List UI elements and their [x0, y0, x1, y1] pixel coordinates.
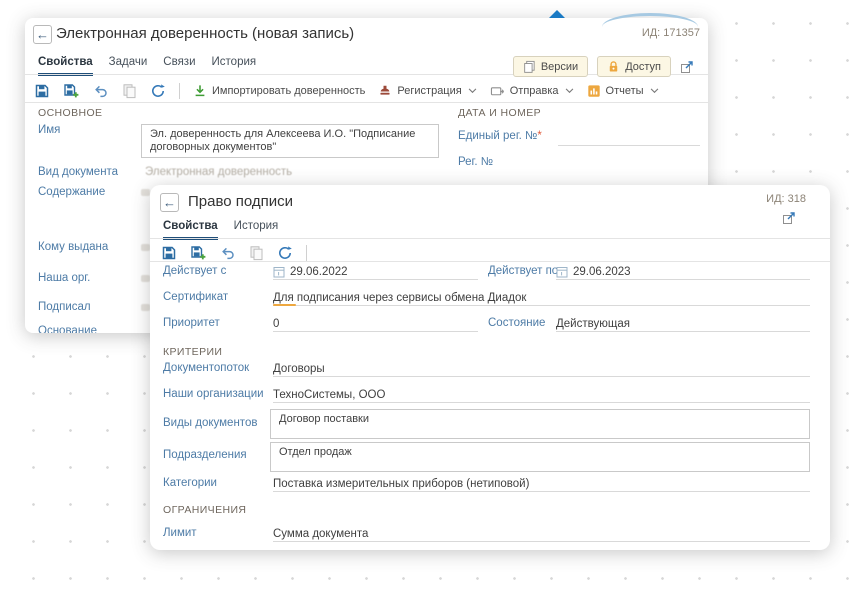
departments-field[interactable]: Отдел продаж — [270, 442, 810, 472]
back-arrow-button[interactable]: ← — [160, 193, 179, 212]
tab-properties[interactable]: Свойства — [38, 56, 93, 76]
certificate-field[interactable]: Для подписания через сервисы обмена Диад… — [273, 290, 810, 306]
page-title: Электронная доверенность (новая запись) — [56, 25, 354, 42]
valid-from-field[interactable]: 29.06.2022 — [273, 264, 478, 280]
categories-field[interactable]: Поставка измерительных приборов (нетипов… — [273, 476, 810, 492]
unified-reg-no-field[interactable] — [558, 130, 700, 146]
content-label: Содержание — [38, 186, 105, 198]
doc-kinds-label: Виды документов — [163, 417, 257, 429]
section-criteria: КРИТЕРИИ — [163, 346, 222, 358]
signing-right-window: ← Право подписи ИД: 318 Свойства История — [150, 185, 830, 550]
import-poa-button[interactable]: Импортировать доверенность — [193, 84, 365, 98]
categories-label: Категории — [163, 477, 217, 489]
toolbar-divider-line — [25, 102, 708, 103]
certificate-label: Сертификат — [163, 291, 228, 303]
registration-dropdown[interactable]: Регистрация — [378, 84, 476, 98]
tab-properties[interactable]: Свойства — [163, 220, 218, 240]
valid-to-field[interactable]: 29.06.2023 — [556, 264, 810, 280]
tab-links[interactable]: Связи — [163, 56, 195, 76]
stamp-icon — [378, 84, 392, 98]
unified-reg-no-label: Единый рег. №* — [458, 130, 542, 142]
tab-history[interactable]: История — [234, 220, 279, 240]
save-icon[interactable] — [161, 245, 177, 261]
record-id: ИД: 318 — [766, 193, 806, 205]
signed-by-label: Подписал — [38, 301, 91, 313]
report-chart-icon — [587, 84, 601, 98]
name-field[interactable]: Эл. доверенность для Алексеева И.О. "Под… — [141, 124, 439, 158]
required-asterisk: * — [537, 130, 541, 142]
main-toolbar: Импортировать доверенность Регистрация О… — [34, 79, 659, 103]
valid-to-label: Действует по — [488, 265, 558, 277]
back-arrow-button[interactable]: ← — [33, 25, 52, 44]
chevron-down-icon — [468, 88, 477, 94]
tab-bar: Свойства Задачи Связи История — [38, 56, 256, 76]
priority-label: Приоритет — [163, 317, 220, 329]
refresh-icon[interactable] — [277, 245, 293, 261]
access-button[interactable]: Доступ — [597, 56, 671, 77]
save-and-close-icon[interactable] — [190, 245, 207, 261]
save-icon[interactable] — [34, 83, 50, 99]
valid-from-label: Действует с — [163, 265, 226, 277]
blue-triangle-decor — [549, 10, 565, 18]
toolbar-divider — [179, 83, 180, 99]
issued-to-label: Кому выдана — [38, 241, 108, 253]
our-orgs-label: Наши организации — [163, 388, 264, 400]
undo-icon[interactable] — [93, 83, 109, 99]
app-background: ← Электронная доверенность (новая запись… — [0, 0, 861, 590]
spellcheck-underline — [273, 304, 296, 306]
section-main: ОСНОВНОЕ — [38, 107, 102, 119]
departments-label: Подразделения — [163, 449, 247, 461]
toolbar-divider — [306, 245, 307, 261]
download-icon — [193, 84, 207, 98]
doc-kind-label: Вид документа — [38, 166, 118, 178]
state-field[interactable]: Действующая — [556, 316, 810, 332]
section-date-number: ДАТА И НОМЕР — [458, 107, 541, 119]
versions-button[interactable]: Версии — [513, 56, 588, 77]
open-in-window-icon[interactable] — [782, 211, 796, 225]
priority-field[interactable]: 0 — [273, 316, 478, 332]
content-field-fragment — [141, 189, 150, 196]
doc-flow-field[interactable]: Договоры — [273, 361, 810, 377]
calendar-icon — [556, 266, 568, 278]
limit-label: Лимит — [163, 527, 197, 539]
our-org-label: Наша орг. — [38, 272, 90, 284]
basis-label: Основание — [38, 325, 97, 333]
save-and-close-icon[interactable] — [63, 83, 80, 99]
send-icon — [490, 85, 505, 98]
tab-history[interactable]: История — [212, 56, 257, 76]
chevron-down-icon — [650, 88, 659, 94]
signed-by-field-fragment — [141, 304, 150, 311]
section-restrictions: ОГРАНИЧЕНИЯ — [163, 504, 246, 516]
name-label: Имя — [38, 124, 60, 136]
undo-icon[interactable] — [220, 245, 236, 261]
limit-field[interactable]: Сумма документа — [273, 526, 810, 542]
blue-arc-decor — [602, 13, 698, 32]
lock-icon — [607, 60, 620, 73]
paste-icon[interactable] — [122, 83, 137, 99]
refresh-icon[interactable] — [150, 83, 166, 99]
our-orgs-field[interactable]: ТехноСистемы, ООО — [273, 387, 810, 403]
versions-icon — [523, 60, 536, 73]
paste-icon[interactable] — [249, 245, 264, 261]
header-buttons: Версии Доступ — [513, 56, 694, 77]
reports-dropdown[interactable]: Отчеты — [587, 84, 659, 98]
doc-kinds-field[interactable]: Договор поставки — [270, 409, 810, 439]
tabs-divider — [150, 238, 830, 239]
doc-kind-field[interactable]: Электронная доверенность — [145, 166, 292, 178]
chevron-down-icon — [565, 88, 574, 94]
tab-tasks[interactable]: Задачи — [109, 56, 148, 76]
state-label: Состояние — [488, 317, 545, 329]
our-org-field-fragment — [141, 275, 150, 282]
tab-bar: Свойства История — [163, 220, 278, 240]
doc-flow-label: Документопоток — [163, 362, 249, 374]
sending-dropdown[interactable]: Отправка — [490, 85, 574, 98]
calendar-icon — [273, 266, 285, 278]
modal-title: Право подписи — [188, 193, 293, 210]
toolbar-divider-line — [150, 261, 830, 262]
issued-to-field-fragment — [141, 244, 150, 251]
open-in-window-icon[interactable] — [680, 60, 694, 74]
reg-no-label: Рег. № — [458, 156, 493, 168]
